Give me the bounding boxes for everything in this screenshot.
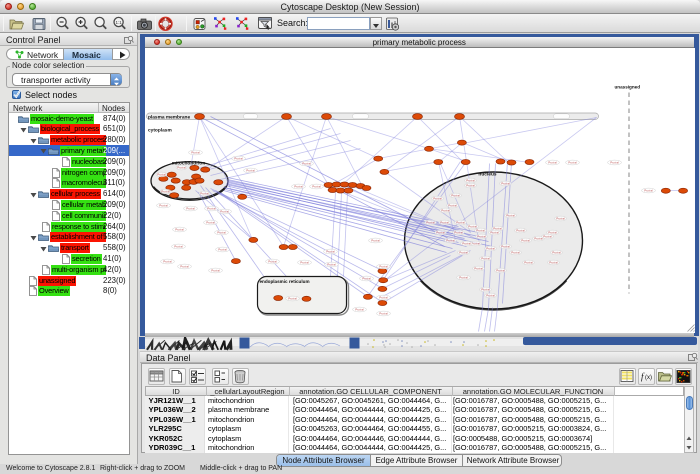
svg-text:Prot-al: Prot-al bbox=[481, 287, 490, 291]
svg-text:Prot-al: Prot-al bbox=[355, 307, 364, 311]
svg-text:unassigned: unassigned bbox=[614, 84, 640, 89]
svg-text:1:1: 1:1 bbox=[115, 20, 122, 25]
svg-text:Prot-al: Prot-al bbox=[466, 183, 475, 187]
svg-text:Prot-al: Prot-al bbox=[200, 191, 209, 195]
svg-text:Prot-al: Prot-al bbox=[486, 246, 495, 250]
svg-text:cytoplasm: cytoplasm bbox=[148, 127, 172, 133]
svg-text:Prot-al: Prot-al bbox=[218, 247, 227, 251]
svg-text:Prot-al: Prot-al bbox=[433, 196, 442, 200]
svg-text:Prot-al: Prot-al bbox=[326, 249, 335, 253]
svg-text:plasma membrane: plasma membrane bbox=[148, 114, 190, 120]
svg-text:Prot-al: Prot-al bbox=[180, 264, 189, 268]
svg-text:Prot-al: Prot-al bbox=[548, 160, 557, 164]
svg-text:Prot-al: Prot-al bbox=[466, 178, 475, 182]
svg-text:Prot-al: Prot-al bbox=[521, 238, 530, 242]
svg-text:Prot-al: Prot-al bbox=[327, 262, 336, 266]
svg-text:Prot-al: Prot-al bbox=[568, 160, 577, 164]
svg-text:Prot-al: Prot-al bbox=[446, 238, 455, 242]
svg-text:Prot-al: Prot-al bbox=[426, 220, 435, 224]
svg-text:Prot-al: Prot-al bbox=[300, 260, 309, 264]
svg-text:Prot-al: Prot-al bbox=[302, 161, 311, 165]
svg-text:Prot-al: Prot-al bbox=[163, 259, 172, 263]
svg-text:Prot-al: Prot-al bbox=[456, 220, 465, 224]
svg-text:Prot-al: Prot-al bbox=[161, 189, 170, 193]
svg-text:Prot-al: Prot-al bbox=[441, 208, 450, 212]
svg-text:Prot-al: Prot-al bbox=[474, 266, 483, 270]
svg-text:Prot-al: Prot-al bbox=[451, 193, 460, 197]
svg-text:Prot-al: Prot-al bbox=[379, 295, 388, 299]
svg-text:Prot-al: Prot-al bbox=[379, 264, 388, 268]
svg-text:Prot-al: Prot-al bbox=[246, 168, 255, 172]
svg-text:Prot-al: Prot-al bbox=[207, 206, 216, 210]
svg-text:Prot-al: Prot-al bbox=[496, 268, 505, 272]
svg-text:Prot-al: Prot-al bbox=[486, 293, 495, 297]
svg-text:Prot-al: Prot-al bbox=[644, 188, 653, 192]
svg-text:Prot-al: Prot-al bbox=[186, 206, 195, 210]
svg-text:Prot-al: Prot-al bbox=[459, 250, 468, 254]
svg-text:Prot-al: Prot-al bbox=[524, 260, 533, 264]
svg-text:Prot-al: Prot-al bbox=[217, 230, 226, 234]
svg-text:Prot-al: Prot-al bbox=[477, 234, 486, 238]
svg-text:Prot-al: Prot-al bbox=[490, 230, 499, 234]
svg-text:Prot-al: Prot-al bbox=[234, 156, 243, 160]
svg-text:Prot-al: Prot-al bbox=[454, 230, 463, 234]
svg-text:Prot-al: Prot-al bbox=[462, 241, 471, 245]
svg-text:Prot-al: Prot-al bbox=[220, 209, 229, 213]
svg-text:Prot-al: Prot-al bbox=[436, 230, 445, 234]
svg-text:Prot-al: Prot-al bbox=[174, 244, 183, 248]
svg-text:Prot-al: Prot-al bbox=[206, 220, 215, 224]
svg-text:Prot-al: Prot-al bbox=[459, 275, 468, 279]
svg-text:Prot-al: Prot-al bbox=[440, 220, 449, 224]
svg-text:Prot-al: Prot-al bbox=[159, 203, 168, 207]
svg-text:Prot-al: Prot-al bbox=[371, 238, 380, 242]
svg-text:Prot-al: Prot-al bbox=[448, 203, 457, 207]
svg-text:Prot-al: Prot-al bbox=[468, 224, 477, 228]
svg-text:Prot-al: Prot-al bbox=[362, 276, 371, 280]
svg-text:Prot-al: Prot-al bbox=[312, 184, 321, 188]
svg-text:Prot-al: Prot-al bbox=[501, 181, 510, 185]
svg-text:Prot-al: Prot-al bbox=[175, 227, 184, 231]
svg-text:mitochondrion: mitochondrion bbox=[171, 160, 205, 166]
svg-text:Prot-al: Prot-al bbox=[506, 213, 515, 217]
svg-text:Prot-al: Prot-al bbox=[476, 228, 485, 232]
svg-text:Prot-al: Prot-al bbox=[191, 150, 200, 154]
svg-text:Prot-al: Prot-al bbox=[288, 296, 297, 300]
svg-text:Prot-al: Prot-al bbox=[516, 228, 525, 232]
svg-text:Prot-al: Prot-al bbox=[549, 260, 558, 264]
svg-text:Prot-al: Prot-al bbox=[481, 256, 490, 260]
svg-text:nucleus: nucleus bbox=[478, 171, 496, 177]
svg-text:Prot-al: Prot-al bbox=[610, 160, 619, 164]
svg-text:Prot-al: Prot-al bbox=[501, 244, 510, 248]
svg-text:Prot-al: Prot-al bbox=[157, 172, 166, 176]
svg-text:Prot-al: Prot-al bbox=[556, 216, 565, 220]
svg-text:Prot-al: Prot-al bbox=[552, 250, 561, 254]
svg-text:Prot-al: Prot-al bbox=[379, 311, 388, 315]
svg-text:Prot-al: Prot-al bbox=[543, 234, 552, 238]
svg-text:Prot-al: Prot-al bbox=[268, 259, 277, 263]
svg-text:Prot-al: Prot-al bbox=[294, 184, 303, 188]
svg-text:Prot-al: Prot-al bbox=[211, 268, 220, 272]
svg-text:endoplasmic reticulum: endoplasmic reticulum bbox=[259, 279, 309, 284]
svg-text:(x): (x) bbox=[645, 375, 652, 381]
svg-text:Prot-al: Prot-al bbox=[511, 250, 520, 254]
